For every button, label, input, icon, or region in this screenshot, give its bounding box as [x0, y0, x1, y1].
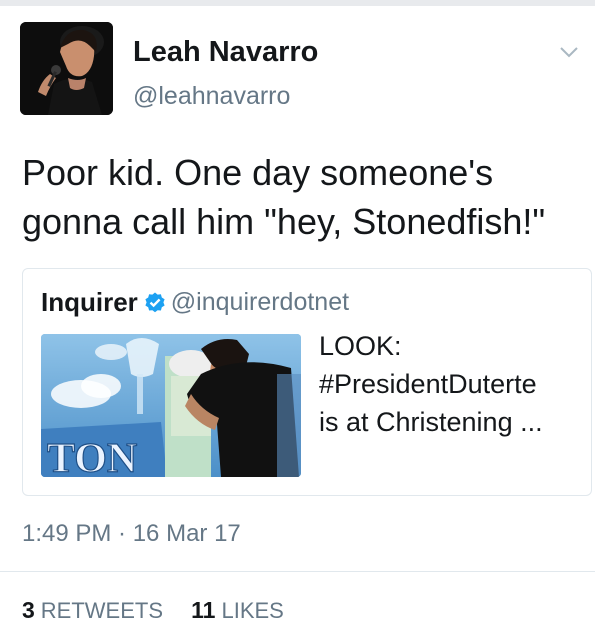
quoted-text-line: LOOK: — [319, 331, 402, 361]
likes-count[interactable]: 11 — [191, 597, 215, 623]
retweets-label[interactable]: RETWEETS — [41, 598, 163, 623]
likes-label[interactable]: LIKES — [221, 598, 283, 623]
quoted-tweet-text: LOOK: #PresidentDuterte is at Christenin… — [319, 327, 584, 441]
user-handle[interactable]: @leahnavarro — [133, 82, 290, 111]
tweet-card: Leah Navarro @leahnavarro Poor kid. One … — [0, 6, 595, 640]
quoted-text-line: is at Christening ... — [319, 407, 543, 437]
timestamp[interactable]: 1:49 PM · 16 Mar 17 — [22, 520, 241, 548]
avatar[interactable] — [20, 22, 113, 115]
tweet-text: Poor kid. One day someone's gonna call h… — [22, 152, 546, 242]
quoted-tweet-header: Inquirer @inquirerdotnet — [41, 287, 349, 318]
display-name[interactable]: Leah Navarro — [133, 36, 318, 69]
chevron-down-icon[interactable] — [558, 44, 580, 60]
quoted-display-name[interactable]: Inquirer — [41, 287, 138, 317]
avatar-image — [20, 22, 113, 115]
verified-badge-icon — [143, 291, 167, 315]
quoted-tweet-image[interactable]: TON — [41, 334, 301, 477]
retweets-count[interactable]: 3 — [22, 597, 35, 623]
divider — [0, 571, 595, 572]
image-sign-text: TON — [47, 436, 137, 477]
quoted-tweet[interactable]: Inquirer @inquirerdotnet TON LOOK: #Pres… — [22, 268, 592, 496]
engagement-stats: 3 RETWEETS 11 LIKES — [22, 597, 284, 624]
quoted-text-hashtag[interactable]: #PresidentDuterte — [319, 365, 584, 403]
quoted-user-handle[interactable]: @inquirerdotnet — [171, 288, 349, 316]
